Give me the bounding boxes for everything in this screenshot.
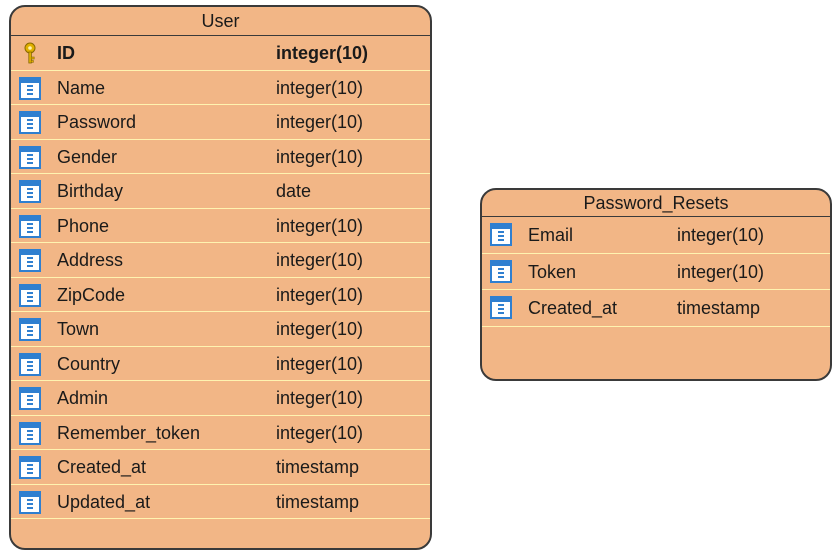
column-type: integer(10) [276,215,364,236]
column-row[interactable]: Address integer(10) [11,243,430,278]
column-name: Address [57,250,124,270]
entity-user[interactable]: User ID integer(10) Name integer(10) Passwor… [9,5,432,550]
column-name: Country [57,353,121,374]
column-type: date [276,181,312,201]
key-icon [19,42,41,65]
column-name: Birthday [57,181,124,201]
column-icon [19,249,41,272]
column-type: integer(10) [677,225,765,245]
column-type: integer(10) [276,422,364,443]
column-icon [490,296,512,319]
column-type: integer(10) [276,146,364,167]
column-icon [19,111,41,134]
column-type: integer(10) [276,319,364,339]
column-name: Token [528,261,577,282]
column-row[interactable]: Name integer(10) [11,71,430,105]
column-type: timestamp [276,491,360,512]
column-type: integer(10) [276,43,369,63]
column-icon [490,259,512,283]
column-type: integer(10) [276,112,364,132]
column-icon [490,223,512,246]
column-row[interactable]: ID integer(10) [11,36,430,71]
column-type: integer(10) [276,250,364,270]
column-icon [19,145,41,169]
column-row[interactable]: Admin integer(10) [11,381,430,416]
column-name: Updated_at [57,491,151,512]
column-row[interactable]: Created_at timestamp [11,450,430,485]
column-row[interactable]: Updated_at timestamp [11,485,430,519]
column-type: integer(10) [276,388,364,408]
column-name: Phone [57,215,110,236]
column-icon [19,283,41,307]
column-row[interactable]: Password integer(10) [11,105,430,140]
column-icon [19,490,41,514]
column-type: timestamp [276,457,360,477]
entity-title[interactable]: Password_Resets [482,190,830,217]
column-name: Email [528,225,574,245]
column-name: Created_at [57,457,147,477]
column-row[interactable]: Remember_token integer(10) [11,416,430,450]
column-name: Created_at [528,298,618,318]
column-icon [19,456,41,479]
column-row[interactable]: Email integer(10) [482,217,830,254]
column-row[interactable]: Town integer(10) [11,312,430,347]
column-type: integer(10) [677,261,765,282]
column-name: ID [57,43,75,63]
column-type: integer(10) [276,77,364,98]
column-row[interactable]: Birthday date [11,174,430,209]
column-name: Name [57,77,106,98]
diagram-canvas: User ID integer(10) Name integer(10) Passwor… [0,0,834,555]
column-type: timestamp [677,298,761,318]
column-type: integer(10) [276,353,364,374]
column-icon [19,421,41,445]
column-row[interactable]: Created_at timestamp [482,290,830,327]
column-row[interactable]: Token integer(10) [482,254,830,290]
column-row[interactable]: Gender integer(10) [11,140,430,174]
column-type: integer(10) [276,284,364,305]
column-icon [19,387,41,410]
column-icon [19,318,41,341]
entity-title[interactable]: User [11,7,430,36]
column-name: ZipCode [57,284,126,305]
column-list: ID integer(10) Name integer(10) Password inte… [11,36,430,519]
entity-password-resets[interactable]: Password_Resets Email integer(10) Token int… [480,188,832,381]
column-row[interactable]: Country integer(10) [11,347,430,381]
column-icon [19,214,41,238]
column-name: Gender [57,146,118,167]
column-row[interactable]: ZipCode integer(10) [11,278,430,312]
column-name: Town [57,319,100,339]
column-icon [19,180,41,203]
column-name: Admin [57,388,109,408]
column-name: Password [57,112,137,132]
column-row[interactable]: Phone integer(10) [11,209,430,243]
column-list: Email integer(10) Token integer(10) Created_… [482,217,830,327]
column-icon [19,352,41,376]
column-name: Remember_token [57,422,201,443]
column-icon [19,76,41,100]
